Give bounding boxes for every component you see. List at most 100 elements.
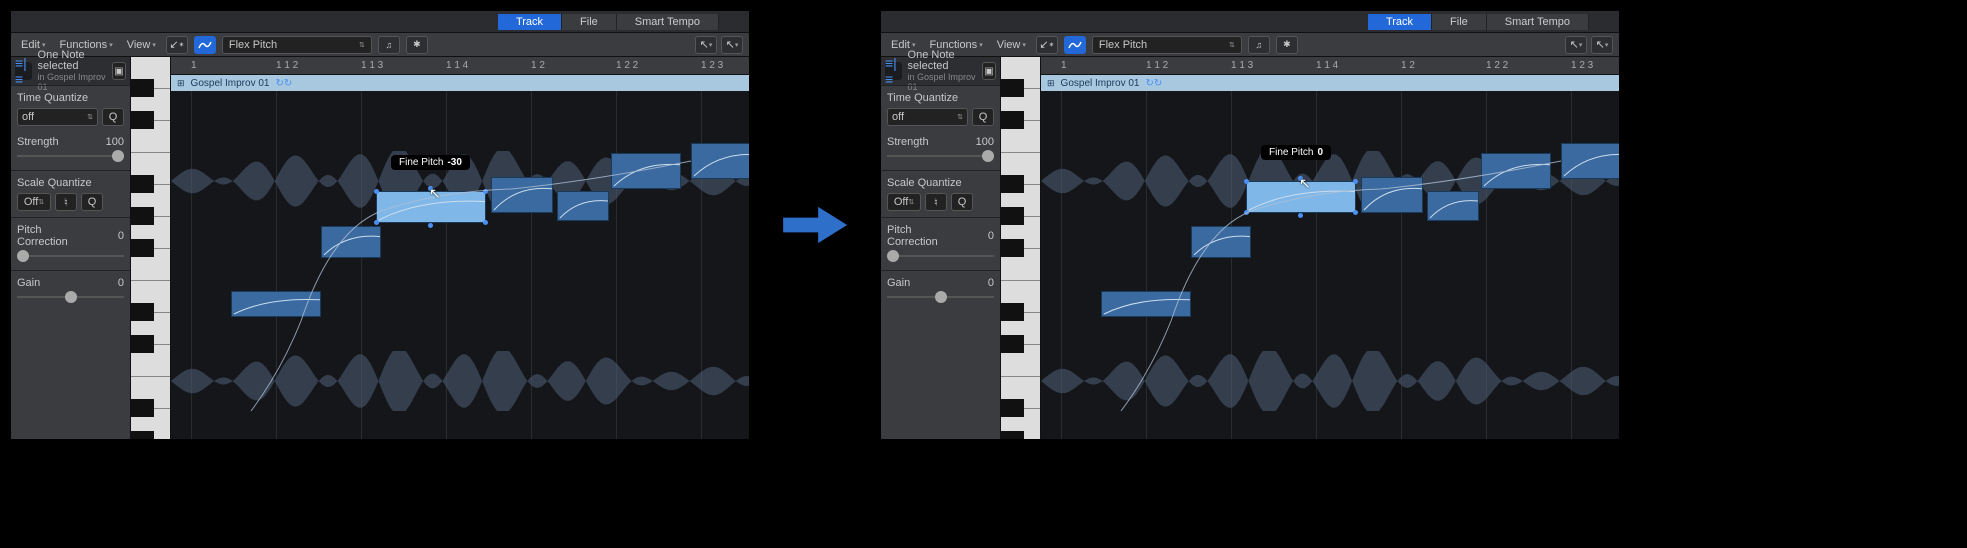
tooltip-label: Fine Pitch	[1269, 147, 1313, 158]
updown-icon: ⇅	[908, 198, 914, 206]
note[interactable]	[1561, 143, 1619, 179]
gain-value: 0	[98, 277, 124, 289]
time-quantize-q-button[interactable]: Q	[102, 108, 124, 126]
catch-button[interactable]: ✱	[406, 36, 428, 54]
flex-mode-select[interactable]: Flex Pitch⇅	[222, 36, 372, 54]
tab-track[interactable]: Track	[1368, 14, 1432, 30]
tab-smart-tempo[interactable]: Smart Tempo	[617, 14, 719, 30]
waveform-icon: ≡|≡	[15, 62, 32, 80]
loop-icon: ↻↻	[1145, 78, 1162, 89]
catch-playhead-button[interactable]: ↙✶	[166, 36, 188, 54]
strength-label: Strength	[887, 136, 929, 148]
midi-out-button[interactable]: ♫	[378, 36, 400, 54]
view-menu[interactable]: View▾	[993, 39, 1030, 51]
flex-button[interactable]	[1064, 36, 1086, 54]
chevron-down-icon: ▾	[152, 41, 156, 49]
midi-out-button[interactable]: ♫	[1248, 36, 1270, 54]
inspector-title: One Note selected	[908, 50, 976, 72]
scale-quantize-value[interactable]: Off⇅	[887, 193, 921, 211]
chevron-down-icon: ▾	[109, 41, 113, 49]
region-icon: ⊞	[1047, 78, 1055, 89]
strength-slider[interactable]	[17, 148, 124, 164]
ruler-tick: 1 2	[1401, 60, 1415, 71]
note[interactable]	[1101, 291, 1191, 317]
scale-quantize-key-button[interactable]: ♮	[55, 193, 77, 211]
region-name: Gospel Improv 01	[191, 78, 270, 89]
time-quantize-value[interactable]: off⇅	[17, 108, 98, 126]
updown-icon: ⇅	[1229, 41, 1235, 49]
note-selected[interactable]	[1246, 181, 1356, 213]
gain-slider[interactable]	[887, 289, 994, 305]
note[interactable]	[321, 226, 381, 258]
catch-button[interactable]: ✱	[1276, 36, 1298, 54]
tool-selectors: ↖▾ ↖▾	[695, 36, 743, 54]
snowflake-icon: ✱	[1283, 39, 1291, 50]
editor-lane[interactable]: 11 1 21 1 31 1 41 21 2 21 2 3 ⊞ Gospel I…	[1041, 57, 1619, 439]
flex-mode-select[interactable]: Flex Pitch⇅	[1092, 36, 1242, 54]
scale-quantize-value[interactable]: Off⇅	[17, 193, 51, 211]
flex-pitch-editor-before: Track File Smart Tempo Edit▾ Functions▾ …	[10, 10, 750, 440]
chevron-down-icon: ▾	[912, 41, 916, 49]
time-quantize-value[interactable]: off⇅	[887, 108, 968, 126]
region-header[interactable]: ⊞ Gospel Improv 01 ↻↻	[1041, 75, 1619, 91]
updown-icon: ⇅	[87, 113, 93, 121]
catch-playhead-button[interactable]: ↙✶	[1036, 36, 1058, 54]
tab-track[interactable]: Track	[498, 14, 562, 30]
time-ruler[interactable]: 11 1 21 1 31 1 41 21 2 21 2 3	[171, 57, 749, 75]
note[interactable]	[1481, 153, 1551, 189]
editor-lane[interactable]: 11 1 21 1 31 1 41 21 2 21 2 3 ⊞ Gospel I…	[171, 57, 749, 439]
left-click-tool[interactable]: ↖▾	[695, 36, 717, 54]
pitch-correction-slider[interactable]	[17, 248, 124, 264]
note-selected[interactable]	[376, 191, 486, 223]
ruler-tick: 1 2 2	[1486, 60, 1508, 71]
tab-file[interactable]: File	[562, 14, 617, 30]
tooltip-value: 0	[1317, 147, 1323, 158]
strength-slider[interactable]	[887, 148, 994, 164]
ruler-tick: 1 2	[531, 60, 545, 71]
transition-arrow	[780, 200, 850, 250]
updown-icon: ⇅	[957, 113, 963, 121]
inspector-collapse-button[interactable]: ▣	[112, 62, 126, 80]
waveform-icon: ≡|≡	[885, 62, 902, 80]
flex-pitch-editor-after: Track File Smart Tempo Edit▾ Functions▾ …	[880, 10, 1620, 440]
note[interactable]	[1191, 226, 1251, 258]
snowflake-icon: ✱	[413, 39, 421, 50]
pitch-correction-slider[interactable]	[887, 248, 994, 264]
ruler-tick: 1 1 3	[1231, 60, 1253, 71]
flex-button[interactable]	[194, 36, 216, 54]
tab-smart-tempo[interactable]: Smart Tempo	[1487, 14, 1589, 30]
left-click-tool[interactable]: ↖▾	[1565, 36, 1587, 54]
cmd-click-tool[interactable]: ↖▾	[1591, 36, 1613, 54]
loop-icon: ↻↻	[275, 78, 292, 89]
note[interactable]	[611, 153, 681, 189]
midi-icon: ♫	[386, 40, 393, 50]
cmd-click-tool[interactable]: ↖▾	[721, 36, 743, 54]
gain-slider[interactable]	[17, 289, 124, 305]
note[interactable]	[557, 191, 609, 221]
tab-file[interactable]: File	[1432, 14, 1487, 30]
pitch-correction-value: 0	[98, 230, 124, 242]
scale-quantize-label: Scale Quantize	[887, 177, 994, 189]
region-header[interactable]: ⊞ Gospel Improv 01 ↻↻	[171, 75, 749, 91]
note[interactable]	[1427, 191, 1479, 221]
scale-quantize-key-button[interactable]: ♮	[925, 193, 947, 211]
scale-quantize-q-button[interactable]: Q	[81, 193, 103, 211]
chevron-down-icon: ▾	[1022, 41, 1026, 49]
view-menu[interactable]: View▾	[123, 39, 160, 51]
scale-quantize-q-button[interactable]: Q	[951, 193, 973, 211]
ruler-tick: 1	[1061, 60, 1067, 71]
note[interactable]	[231, 291, 321, 317]
inspector-collapse-button[interactable]: ▣	[982, 62, 996, 80]
ruler-tick: 1 2 2	[616, 60, 638, 71]
note[interactable]	[1361, 177, 1423, 213]
ruler-tick: 1 1 2	[1146, 60, 1168, 71]
time-quantize-q-button[interactable]: Q	[972, 108, 994, 126]
piano-keyboard[interactable]	[131, 57, 171, 439]
piano-keyboard[interactable]	[1001, 57, 1041, 439]
time-ruler[interactable]: 11 1 21 1 31 1 41 21 2 21 2 3	[1041, 57, 1619, 75]
ruler-tick: 1 2 3	[701, 60, 723, 71]
note[interactable]	[691, 143, 749, 179]
updown-icon: ⇅	[38, 198, 44, 206]
scale-quantize-label: Scale Quantize	[17, 177, 124, 189]
note[interactable]	[491, 177, 553, 213]
